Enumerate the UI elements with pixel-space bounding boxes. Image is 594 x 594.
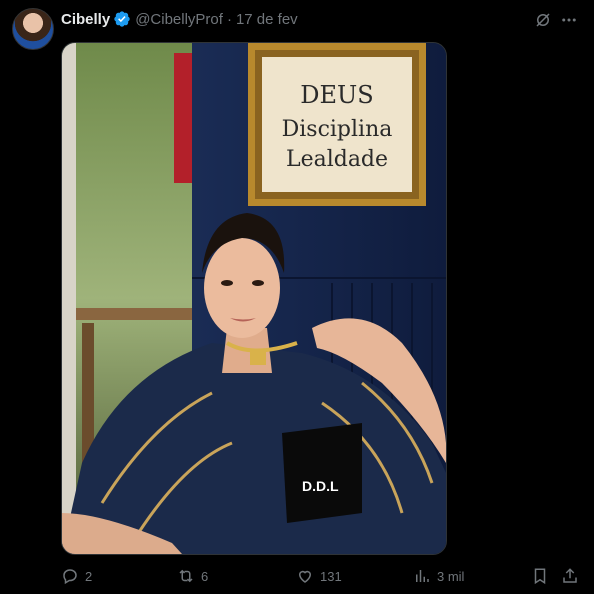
- retweet-count: 6: [201, 568, 209, 584]
- like-button[interactable]: 131: [296, 566, 342, 586]
- author-handle[interactable]: @CibellyProf: [135, 11, 223, 28]
- post-date[interactable]: 17 de fev: [236, 11, 298, 28]
- bookmark-button[interactable]: [531, 566, 555, 586]
- share-icon: [563, 568, 577, 583]
- avatar[interactable]: [12, 8, 54, 50]
- post-media-image[interactable]: DEUS Disciplina Lealdade D.D.L: [61, 42, 447, 555]
- flag-red: [174, 53, 192, 183]
- like-count: 131: [320, 568, 342, 584]
- wood-rail: [76, 308, 196, 320]
- retweet-icon: [179, 569, 193, 583]
- verified-badge-icon: [113, 10, 131, 28]
- face: [204, 238, 280, 338]
- heart-icon: [298, 570, 312, 583]
- views-button[interactable]: 3 mil: [413, 566, 464, 586]
- sign-line-1: DEUS: [300, 81, 373, 109]
- grok-icon[interactable]: [533, 10, 553, 30]
- author-name[interactable]: Cibelly: [61, 11, 110, 28]
- more-icon[interactable]: [559, 10, 579, 30]
- reply-button[interactable]: 2: [61, 566, 92, 586]
- necklace-pendant: [250, 351, 266, 365]
- tweet[interactable]: Cibelly @CibellyProf · 17 de fev DEUS Di…: [0, 0, 594, 594]
- shirt-text: D.D.L: [302, 478, 339, 494]
- reply-count: 2: [85, 568, 93, 584]
- action-bar: 2 6 131 3 mil: [0, 566, 594, 586]
- reply-icon: [63, 569, 77, 585]
- left-eye: [221, 280, 233, 286]
- sign-line-2: Disciplina: [282, 117, 393, 142]
- retweet-button[interactable]: 6: [177, 566, 208, 586]
- tweet-header: Cibelly @CibellyProf · 17 de fev: [61, 9, 298, 29]
- top: [282, 423, 362, 523]
- views-count: 3 mil: [437, 568, 465, 584]
- sign-line-3: Lealdade: [286, 147, 388, 172]
- wall-post: [62, 43, 76, 554]
- right-eye: [252, 280, 264, 286]
- share-button[interactable]: [561, 566, 585, 586]
- views-icon: [416, 570, 429, 582]
- bookmark-icon: [534, 568, 546, 585]
- separator-dot: ·: [226, 10, 232, 28]
